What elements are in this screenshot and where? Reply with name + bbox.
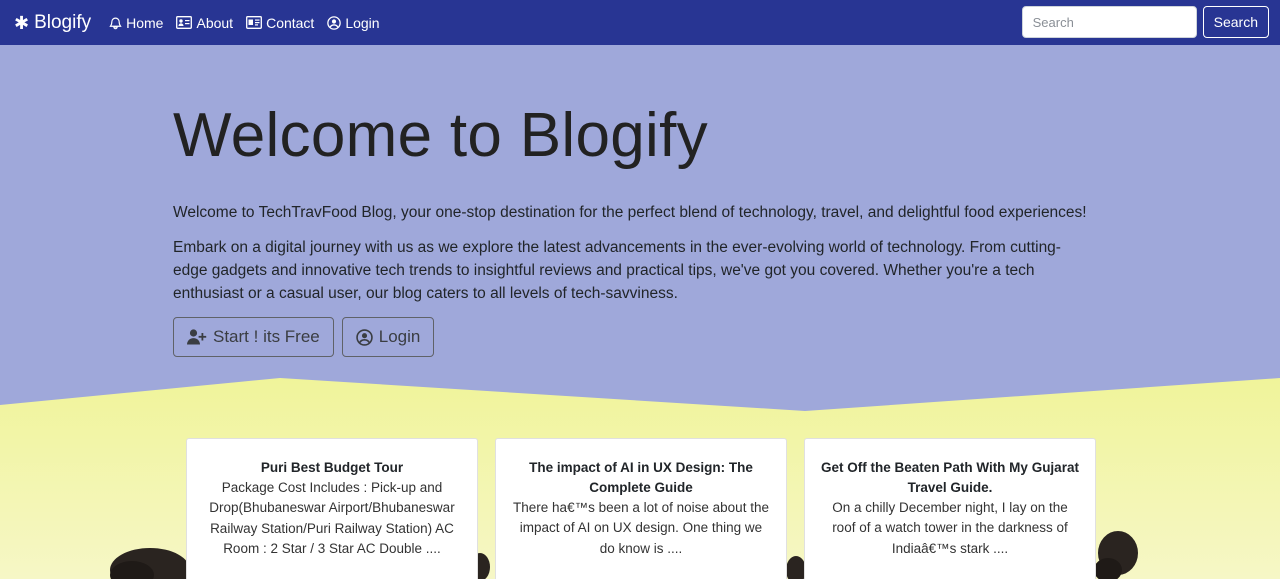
nav-contact[interactable]: Contact [246, 15, 314, 31]
card-title: The impact of AI in UX Design: The Compl… [529, 460, 753, 495]
hero-lead-details: Embark on a digital journey with us as w… [173, 239, 1061, 302]
search-input[interactable] [1021, 6, 1197, 38]
hero-login-label: Login [378, 327, 421, 346]
user-circle-icon [356, 328, 373, 346]
card-excerpt: There ha€™s been a lot of noise about th… [513, 500, 769, 556]
nav-login-label: Login [345, 14, 380, 31]
id-card-icon [176, 16, 193, 29]
blog-card[interactable]: Puri Best Budget Tour Package Cost Inclu… [186, 438, 478, 579]
hero-content: Welcome to Blogify Welcome to TechTravFo… [173, 105, 1093, 357]
nav-login[interactable]: Login [327, 14, 380, 31]
card-excerpt: Package Cost Includes : Pick-up and Drop… [209, 480, 455, 556]
brand-link[interactable]: ✱ Blogify [14, 12, 91, 34]
user-plus-icon [187, 329, 207, 345]
brand-name: Blogify [34, 11, 92, 33]
asterisk-icon: ✱ [14, 12, 30, 33]
hero-buttons: Start ! its Free Login [173, 317, 1093, 357]
nav-home[interactable]: Home [109, 15, 163, 31]
card-title: Get Off the Beaten Path With My Gujarat … [821, 460, 1079, 495]
nav-contact-label: Contact [266, 14, 315, 31]
nav-home-label: Home [126, 14, 164, 31]
user-circle-icon [327, 15, 342, 30]
hero-section: Welcome to Blogify Welcome to TechTravFo… [0, 45, 1280, 579]
search-form: Search [1021, 6, 1269, 38]
nav-about[interactable]: About [176, 15, 233, 31]
hero-title: Welcome to Blogify [173, 101, 708, 170]
blog-card[interactable]: The impact of AI in UX Design: The Compl… [495, 438, 787, 579]
navbar: ✱ Blogify Home About Contact Login Searc… [0, 0, 1280, 45]
card-excerpt: On a chilly December night, I lay on the… [832, 500, 1068, 556]
bell-icon [109, 17, 122, 29]
nav-about-label: About [196, 14, 234, 31]
card-title: Puri Best Budget Tour [260, 460, 404, 475]
start-free-button[interactable]: Start ! its Free [173, 317, 334, 357]
start-free-label: Start ! its Free [213, 327, 320, 346]
blog-card[interactable]: Get Off the Beaten Path With My Gujarat … [804, 438, 1096, 579]
search-button[interactable]: Search [1202, 6, 1269, 38]
address-card-icon [246, 16, 263, 29]
hero-login-button[interactable]: Login [341, 317, 435, 357]
hero-lead-intro: Welcome to TechTravFood Blog, your one-s… [173, 204, 1087, 221]
blog-cards: Puri Best Budget Tour Package Cost Inclu… [186, 438, 1113, 579]
